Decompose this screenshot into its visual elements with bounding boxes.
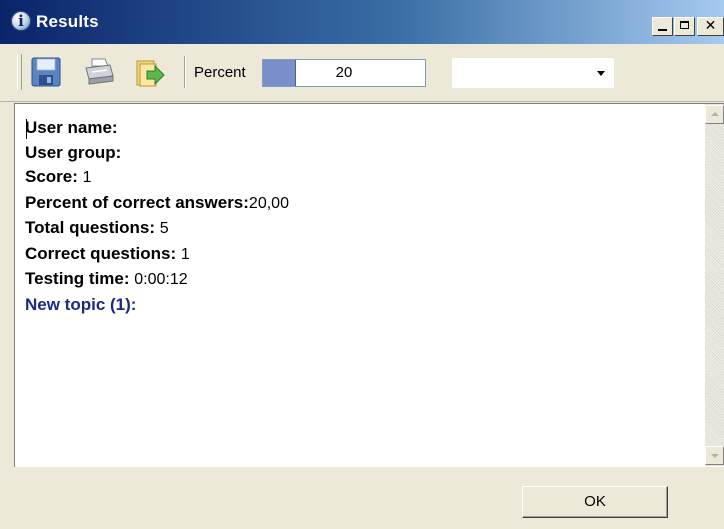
total-questions-line: Total questions: 5 <box>25 216 289 242</box>
printer-icon[interactable] <box>83 56 115 88</box>
percent-label: Percent <box>194 64 246 81</box>
percent-correct-value: 20,00 <box>248 194 289 212</box>
maximize-button[interactable] <box>674 17 695 36</box>
minimize-button[interactable] <box>652 17 673 36</box>
close-icon: ✕ <box>704 18 717 34</box>
floppy-disk-icon[interactable] <box>30 56 62 88</box>
total-questions-value: 5 <box>159 220 169 237</box>
percent-correct-label: Percent of correct answers: <box>25 192 249 212</box>
results-text-area[interactable]: User name: User group: Score: 1 Percent … <box>14 103 724 467</box>
results-lines: User name: User group: Score: 1 Percent … <box>25 116 289 317</box>
correct-questions-line: Correct questions: 1 <box>25 242 289 268</box>
percent-progress-bar: 20 <box>262 59 426 87</box>
ok-button[interactable]: OK <box>522 486 668 518</box>
scroll-up-button[interactable] <box>705 105 724 124</box>
scroll-down-button[interactable] <box>705 446 724 465</box>
chevron-down-icon[interactable] <box>597 71 605 76</box>
score-line: Score: 1 <box>25 165 289 191</box>
user-name-line: User name: <box>25 116 289 141</box>
toolbar-separator <box>184 56 186 88</box>
score-value: 1 <box>82 169 92 186</box>
testing-time-value: 0:00:12 <box>134 271 188 288</box>
score-label: Score: <box>25 167 78 186</box>
testing-time-label: Testing time: <box>25 269 130 288</box>
maximize-icon <box>680 21 689 29</box>
user-group-line: User group: <box>25 141 289 166</box>
user-name-label: User name: <box>25 118 118 137</box>
export-icon[interactable] <box>134 56 166 88</box>
correct-questions-value: 1 <box>180 245 190 263</box>
info-icon: i <box>11 11 31 31</box>
results-window: i Results ✕ Percent 20 User name: User g… <box>0 0 724 529</box>
correct-questions-label: Correct questions: <box>25 243 177 263</box>
user-group-label: User group: <box>25 142 122 162</box>
vertical-scrollbar[interactable] <box>705 104 724 466</box>
total-questions-label: Total questions: <box>25 218 156 237</box>
close-button[interactable]: ✕ <box>697 17 724 36</box>
topic-heading: New topic (1): <box>25 294 137 314</box>
minimize-icon <box>658 29 667 31</box>
window-title: Results <box>36 12 99 31</box>
testing-time-line: Testing time: 0:00:12 <box>25 267 289 293</box>
toolbar-grip[interactable] <box>17 54 22 90</box>
toolbar-combo-box[interactable] <box>452 58 614 88</box>
percent-correct-line: Percent of correct answers:20,00 <box>25 191 289 217</box>
progress-value: 20 <box>335 64 353 81</box>
title-bar[interactable]: i Results ✕ <box>0 0 724 44</box>
